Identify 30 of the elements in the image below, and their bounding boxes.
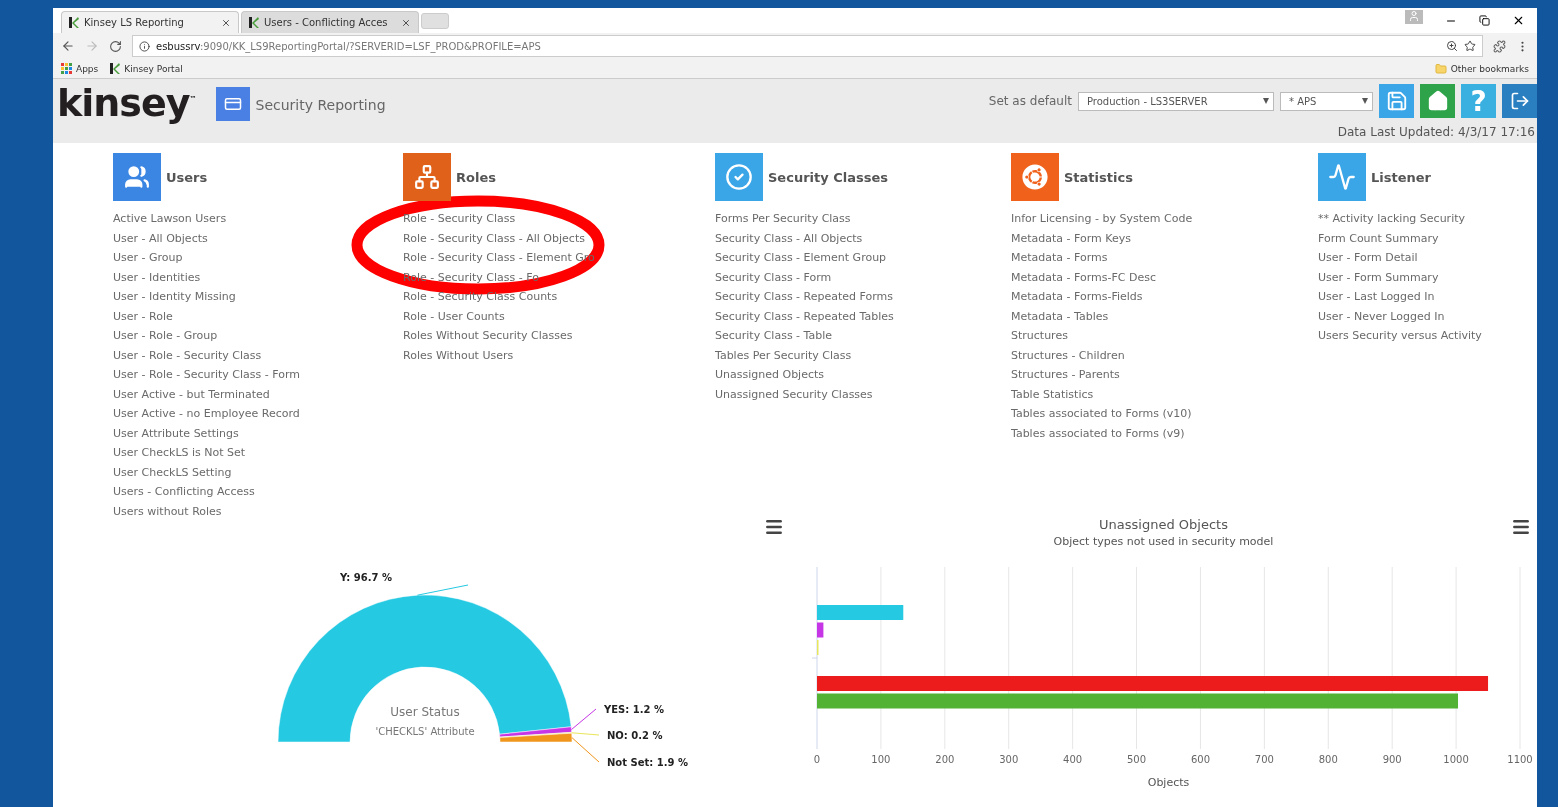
axis-tick-label: 0: [813, 754, 821, 765]
url-text: esbussrv:9090/KK_LS9ReportingPortal/?SERVERID=LSF_PROD&PROFILE=APS: [156, 40, 541, 52]
axis-tick-label: 100: [871, 754, 891, 765]
last-updated-text: Data Last Updated: 4/3/17 17:16: [1337, 125, 1536, 139]
section-title: Roles: [456, 169, 496, 185]
default-label: Set as default: [988, 94, 1072, 108]
axis-tick-label: 900: [1382, 754, 1402, 765]
axis-tick-label: 1000: [1443, 754, 1469, 765]
section-title: Listener: [1371, 169, 1431, 185]
data-label: YES: 1.2 %: [604, 704, 664, 715]
section-title: Users: [166, 169, 208, 185]
axis-tick-label: 400: [1063, 754, 1083, 765]
chart-title: Unassigned Objects: [1099, 517, 1228, 532]
section-title: Statistics: [1064, 169, 1133, 185]
axis-tick-label: 500: [1127, 754, 1147, 765]
axis-tick-label: 200: [935, 754, 955, 765]
chart-title: User Status: [390, 705, 460, 719]
section-title: Security Classes: [768, 169, 889, 185]
data-label: Y: 96.7 %: [340, 572, 393, 583]
app-title: Security Reporting: [255, 97, 386, 115]
axis-tick-label: 700: [1254, 754, 1274, 765]
axis-tick-label: 300: [999, 754, 1019, 765]
data-label: NO: 0.2 %: [607, 730, 663, 741]
axis-tick-label: 600: [1190, 754, 1210, 765]
chart-subtitle: 'CHECKLS' Attribute: [375, 726, 475, 737]
axis-title: Objects: [1147, 776, 1190, 789]
chart-subtitle: Object types not used in security model: [1053, 535, 1274, 548]
axis-tick-label: 1100: [1507, 754, 1533, 765]
axis-tick-label: 800: [1318, 754, 1338, 765]
data-label: Not Set: 1.9 %: [607, 757, 688, 768]
